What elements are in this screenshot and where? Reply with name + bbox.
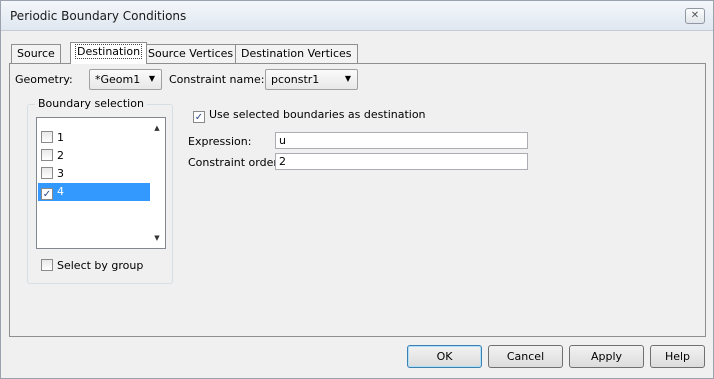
help-button[interactable]: Help xyxy=(650,345,705,368)
dialog-window: Periodic Boundary Conditions ✕ Source De… xyxy=(0,0,714,379)
check-icon: ✓ xyxy=(194,112,204,123)
list-item[interactable]: 3 xyxy=(38,165,150,183)
constraint-order-label: Constraint order: xyxy=(188,156,282,169)
checkbox[interactable] xyxy=(41,167,53,179)
checkbox[interactable] xyxy=(41,131,53,143)
constraint-name-value: pconstr1 xyxy=(271,73,320,86)
geometry-dropdown[interactable]: *Geom1 ▼ xyxy=(89,69,162,90)
constraint-order-value: 2 xyxy=(279,155,286,168)
constraint-order-field[interactable]: 2 xyxy=(275,153,528,170)
boundary-selection-title: Boundary selection xyxy=(35,97,147,110)
list-item-label: 4 xyxy=(57,185,64,198)
checkbox-checked[interactable]: ✓ xyxy=(41,188,53,200)
expression-value: u xyxy=(279,134,286,147)
list-item[interactable]: 2 xyxy=(38,147,150,165)
select-by-group-checkbox[interactable]: Select by group xyxy=(41,259,143,272)
chevron-down-icon: ▼ xyxy=(148,74,155,83)
scroll-down-icon[interactable]: ▼ xyxy=(152,234,162,242)
use-selected-checkbox[interactable]: ✓ Use selected boundaries as destination xyxy=(193,108,426,123)
constraint-name-label: Constraint name: xyxy=(169,73,265,86)
list-item-selected[interactable]: ✓ 4 xyxy=(38,183,150,201)
constraint-name-dropdown[interactable]: pconstr1 ▼ xyxy=(265,69,358,90)
checkbox[interactable] xyxy=(41,149,53,161)
geometry-label: Geometry: xyxy=(15,73,73,86)
list-item-label: 3 xyxy=(57,167,64,180)
expression-field[interactable]: u xyxy=(275,132,528,149)
list-item-label: 2 xyxy=(57,149,64,162)
scroll-up-icon[interactable]: ▲ xyxy=(152,124,162,132)
chevron-down-icon: ▼ xyxy=(344,74,351,83)
list-item[interactable]: 1 xyxy=(38,129,150,147)
boundary-listbox[interactable]: 1 2 3 ✓ 4 ▲ ▼ xyxy=(36,117,166,249)
use-selected-label: Use selected boundaries as destination xyxy=(209,108,426,121)
checkbox-checked[interactable]: ✓ xyxy=(193,111,205,123)
panel-content: Geometry: *Geom1 ▼ Constraint name: pcon… xyxy=(1,1,713,378)
select-by-group-label: Select by group xyxy=(57,259,144,272)
list-item-label: 1 xyxy=(57,131,64,144)
ok-button[interactable]: OK xyxy=(407,345,482,368)
check-icon: ✓ xyxy=(42,189,52,200)
scrollbar[interactable]: ▲ ▼ xyxy=(149,118,165,248)
cancel-button[interactable]: Cancel xyxy=(488,345,563,368)
geometry-value: *Geom1 xyxy=(95,73,141,86)
apply-button[interactable]: Apply xyxy=(569,345,644,368)
checkbox[interactable] xyxy=(41,259,53,271)
expression-label: Expression: xyxy=(188,135,252,148)
